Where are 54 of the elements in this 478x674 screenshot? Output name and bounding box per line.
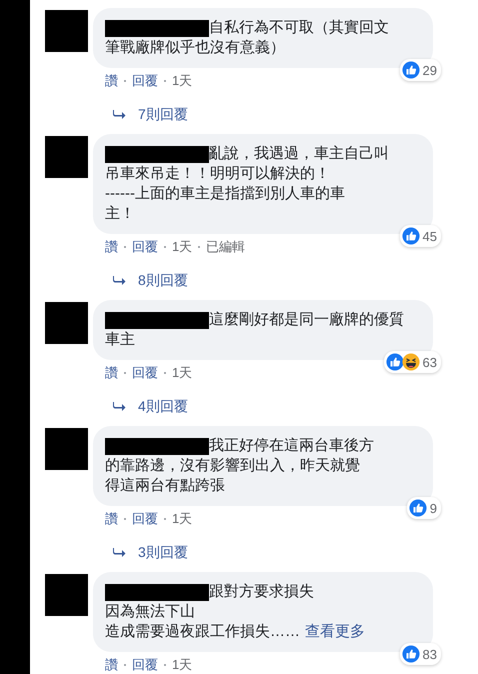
comment-text: 得這兩台有點跨張 (105, 476, 225, 496)
meta-text: 已編輯 (206, 238, 246, 256)
avatar-redaction (45, 136, 88, 178)
reply-arrow-icon (113, 401, 126, 411)
comment-text: 吊車來吊走！！明明可以解決的！ (105, 164, 330, 184)
comment-text: 跟對方要求損失 (209, 582, 314, 602)
meta-text: 1天 (172, 510, 192, 528)
reaction-count: 83 (422, 646, 437, 662)
see-more-link[interactable]: 查看更多 (305, 622, 365, 642)
reply-arrow-icon (113, 547, 126, 557)
avatar-redaction (45, 10, 88, 52)
comment-text: 亂說，我遇過，車主自己叫 (209, 144, 389, 164)
reaction-count: 63 (422, 354, 437, 370)
reaction-badge[interactable]: 9 (406, 497, 441, 519)
meta-text: 1天 (172, 72, 192, 90)
reaction-badge[interactable]: 83 (400, 643, 441, 665)
reply-arrow-icon (113, 275, 126, 285)
reaction-badge[interactable]: 45 (400, 225, 441, 247)
reaction-count: 29 (422, 62, 437, 78)
comment-text: 這麼剛好都是同一廠牌的優質 (209, 310, 404, 330)
comment-text: 筆戰廠牌似乎也沒有意義） (105, 38, 285, 58)
action-link[interactable]: 回覆 (132, 238, 158, 256)
comment-text: 因為無法下山 (105, 602, 195, 622)
meta-text: 1天 (172, 364, 192, 382)
comment-text: 車主 (105, 330, 135, 350)
action-link[interactable]: 讚 (105, 656, 118, 674)
action-link[interactable]: 讚 (105, 364, 118, 382)
replies-link[interactable]: 4則回覆 (138, 396, 188, 416)
action-link[interactable]: 讚 (105, 238, 118, 256)
avatar-redaction (45, 302, 88, 344)
comment-text: 的靠路邊，沒有影響到出入，昨天就覺 (105, 456, 360, 476)
meta-text: 1天 (172, 656, 192, 674)
action-link[interactable]: 回覆 (132, 72, 158, 90)
replies-link[interactable]: 8則回覆 (138, 270, 188, 290)
comment-text: 自私行為不可取（其實回文 (209, 18, 389, 38)
action-link[interactable]: 回覆 (132, 656, 158, 674)
reaction-badge[interactable]: 63 (384, 351, 441, 373)
avatar-redaction (45, 428, 88, 470)
action-link[interactable]: 讚 (105, 510, 118, 528)
comment-text: 我正好停在這兩台車後方 (209, 436, 374, 456)
reaction-badge[interactable]: 29 (400, 59, 441, 81)
action-link[interactable]: 回覆 (132, 364, 158, 382)
reaction-count: 9 (430, 500, 437, 516)
replies-link[interactable]: 3則回覆 (138, 542, 188, 562)
meta-text: 1天 (172, 238, 192, 256)
reaction-count: 45 (422, 228, 437, 244)
action-link[interactable]: 回覆 (132, 510, 158, 528)
comment-text: 造成需要過夜跟工作損失…… (105, 622, 300, 642)
comment-text: 主！ (105, 204, 135, 224)
avatar-redaction (45, 574, 88, 616)
reply-arrow-icon (113, 109, 126, 119)
replies-link[interactable]: 7則回覆 (138, 104, 188, 124)
comment-text: ------上面的車主是指擋到別人車的車 (105, 184, 345, 204)
action-link[interactable]: 讚 (105, 72, 118, 90)
